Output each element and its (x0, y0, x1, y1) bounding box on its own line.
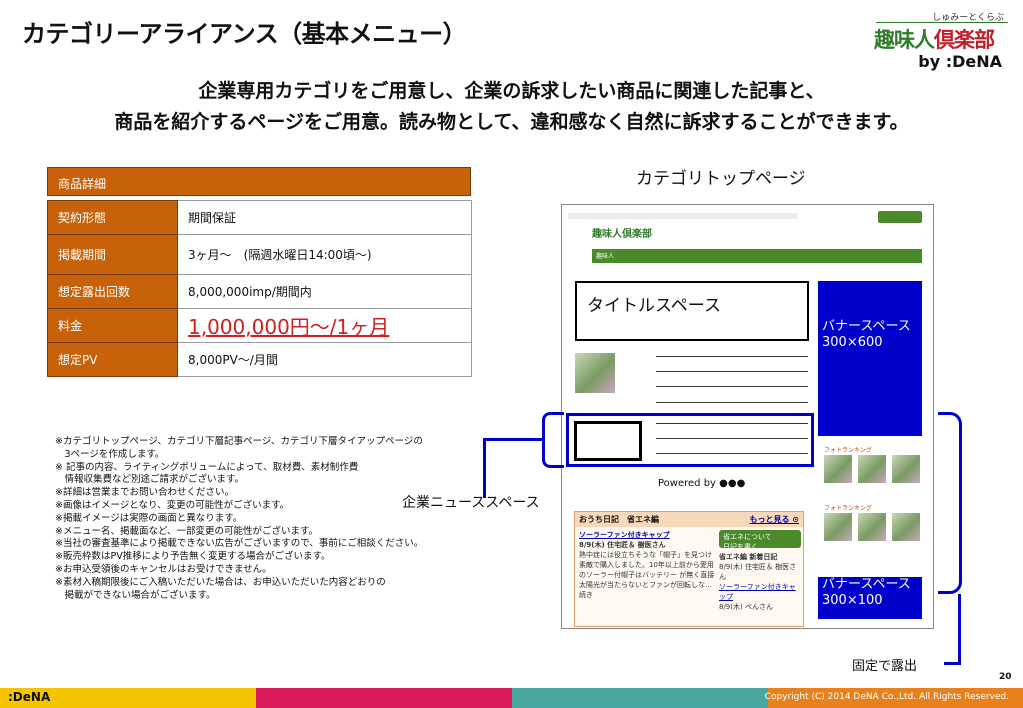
copyright: Copyright (C) 2014 DeNA Co.,Ltd. All Rig… (764, 692, 1009, 702)
note-line: ※画像はイメージとなり、変更の可能性がございます。 (55, 499, 290, 511)
note-line: ※お申込受領後のキャンセルはお受けできません。 (55, 563, 272, 575)
footer-brand: :DeNA (8, 690, 51, 704)
table-row: 掲載期間 3ヶ月～ (隔週水曜日14:00頃～) (47, 234, 472, 275)
article-line (656, 402, 808, 403)
mockup-nav-bar (592, 249, 922, 263)
mockup-caption: カテゴリトップページ (636, 169, 806, 189)
fixed-exposure-label: 固定で露出 (852, 659, 918, 674)
price-value: 1,000,000円～/1ヶ月 (177, 308, 472, 343)
mockup-nav-label: 趣味人 (596, 253, 615, 260)
ranking-thumb (824, 455, 852, 483)
mockup-site-logo: 趣味人倶楽部 (592, 229, 652, 240)
spec-table: 契約形態 期間保証 掲載期間 3ヶ月～ (隔週水曜日14:00頃～) 想定露出回… (47, 200, 472, 377)
logo-by-dena: by :DeNA (918, 52, 1002, 71)
note-line: ※ 記事の内容、ライティングボリュームによって、取材費、素材制作費 (55, 461, 359, 473)
write-diary-button[interactable]: 省エネについて 日記を書く (719, 530, 801, 551)
table-row: 契約形態 期間保証 (47, 200, 472, 235)
footer-segment-pink (256, 688, 512, 708)
spec-key: 想定PV (47, 342, 178, 377)
table-row: 想定PV 8,000PV～/月間 (47, 342, 472, 377)
fixed-connector (958, 594, 961, 664)
page-number: 20 (999, 672, 1012, 682)
table-row: 料金 1,000,000円～/1ヶ月 (47, 308, 472, 343)
news-line (656, 453, 808, 454)
note-line: 3ページを作成します。 (55, 448, 165, 460)
spec-value: 8,000,000imp/期間内 (177, 274, 472, 309)
logo-name: 趣味人倶楽部 (874, 28, 995, 52)
footer-segment-teal (512, 688, 768, 708)
spec-table-header: 商品詳細 (47, 167, 471, 196)
note-line: ※詳細は営業までお問い合わせください。 (55, 487, 234, 499)
page-title: カテゴリーアライアンス（基本メニュー） (22, 20, 467, 48)
spec-key: 契約形態 (47, 200, 178, 235)
article-line (656, 371, 808, 372)
article-line (656, 356, 808, 357)
table-row: 想定露出回数 8,000,000imp/期間内 (47, 274, 472, 309)
ranking-thumb (824, 513, 852, 541)
news-thumbnail-box (574, 421, 642, 461)
spec-key: 想定露出回数 (47, 274, 178, 309)
lead-line-2: 商品を紹介するページをご用意。読み物として、違和感なく自然に訴求することができま… (114, 111, 909, 133)
spec-value: 期間保証 (177, 200, 472, 235)
ranking-thumb (892, 455, 920, 483)
ranking-thumb (858, 455, 886, 483)
fixed-connector (944, 662, 961, 665)
more-link[interactable]: もっと見る ⊙ (750, 514, 800, 525)
diary-panel-header: おうち日記 省エネ編 もっと見る ⊙ (575, 512, 803, 527)
brand-logo: しゅみーとくらぶ 趣味人倶楽部 by :DeNA (872, 6, 1012, 76)
mockup-top-button (878, 211, 922, 223)
note-line: 情報収集費など別途ご請求がございます。 (55, 474, 245, 486)
news-space-label: 企業ニューススペース (402, 495, 540, 511)
banner-space-300x600: バナースペース 300×600 (818, 281, 922, 436)
note-line: ※販売枠数はPV推移により予告無く変更する場合がございます。 (55, 551, 331, 563)
footer-bar: :DeNA Copyright (C) 2014 DeNA Co.,Ltd. A… (0, 688, 1023, 708)
logo-divider (876, 22, 1008, 23)
category-top-mockup: 趣味人倶楽部 趣味人 タイトルスペース バナースペース 300×600 Powe… (561, 204, 934, 629)
article-line (656, 386, 808, 387)
spec-key: 料金 (47, 308, 178, 343)
lead-line-1: 企業専用カテゴリをご用意し、企業の訴求したい商品に関連した記事と、 (198, 80, 825, 102)
ranking-label: フォトランキング (824, 447, 872, 454)
news-line (656, 438, 808, 439)
ranking-label: フォトランキング (824, 505, 872, 512)
note-line: ※カテゴリトップページ、カテゴリ下層記事ページ、カテゴリ下層タイアップページの (55, 436, 423, 447)
spec-value: 3ヶ月～ (隔週水曜日14:00頃～) (177, 234, 472, 275)
news-connector (483, 438, 543, 441)
mockup-breadcrumb-bar (568, 213, 798, 219)
ranking-thumb (858, 513, 886, 541)
fixed-exposure-bracket (938, 412, 962, 594)
note-line: ※当社の審査基準により掲載できない広告がございますので、事前にご相談ください。 (55, 538, 424, 550)
spec-key: 掲載期間 (47, 234, 178, 275)
note-line: ※掲載イメージは実際の画面と異なります。 (55, 512, 243, 524)
spec-value: 8,000PV～/月間 (177, 342, 472, 377)
title-space: タイトルスペース (575, 281, 809, 341)
note-line: 掲載ができない場合がございます。 (55, 589, 216, 601)
ranking-thumb (892, 513, 920, 541)
powered-by: Powered by ●●● (658, 478, 746, 489)
side-diary-list: 省エネ編 新着日記 8/9(木) 住宅匠＆ 樹医さん ソーラーファン付きキャップ… (719, 553, 797, 611)
banner-space-300x100: バナースペース 300×100 (818, 577, 922, 619)
news-connector (483, 438, 486, 498)
note-line: ※メニュー名、掲載面など、一部変更の可能性がございます。 (55, 525, 319, 537)
diary-panel: おうち日記 省エネ編 もっと見る ⊙ ソーラーファン付きキャップ 8/9(木) … (574, 511, 804, 627)
notes-list: ※カテゴリトップページ、カテゴリ下層記事ページ、カテゴリ下層タイアップページの … (55, 436, 423, 602)
news-space-bracket (542, 412, 564, 468)
news-line (656, 423, 808, 424)
note-line: ※素材入稿期限後にご入稿いただいた場合は、お申込いただいた内容どおりの (55, 576, 386, 588)
diary-entry: ソーラーファン付きキャップ 8/9(木) 住宅匠＆ 樹医さん 熱中症には役立ちそ… (579, 531, 715, 599)
article-thumbnail (575, 353, 615, 393)
